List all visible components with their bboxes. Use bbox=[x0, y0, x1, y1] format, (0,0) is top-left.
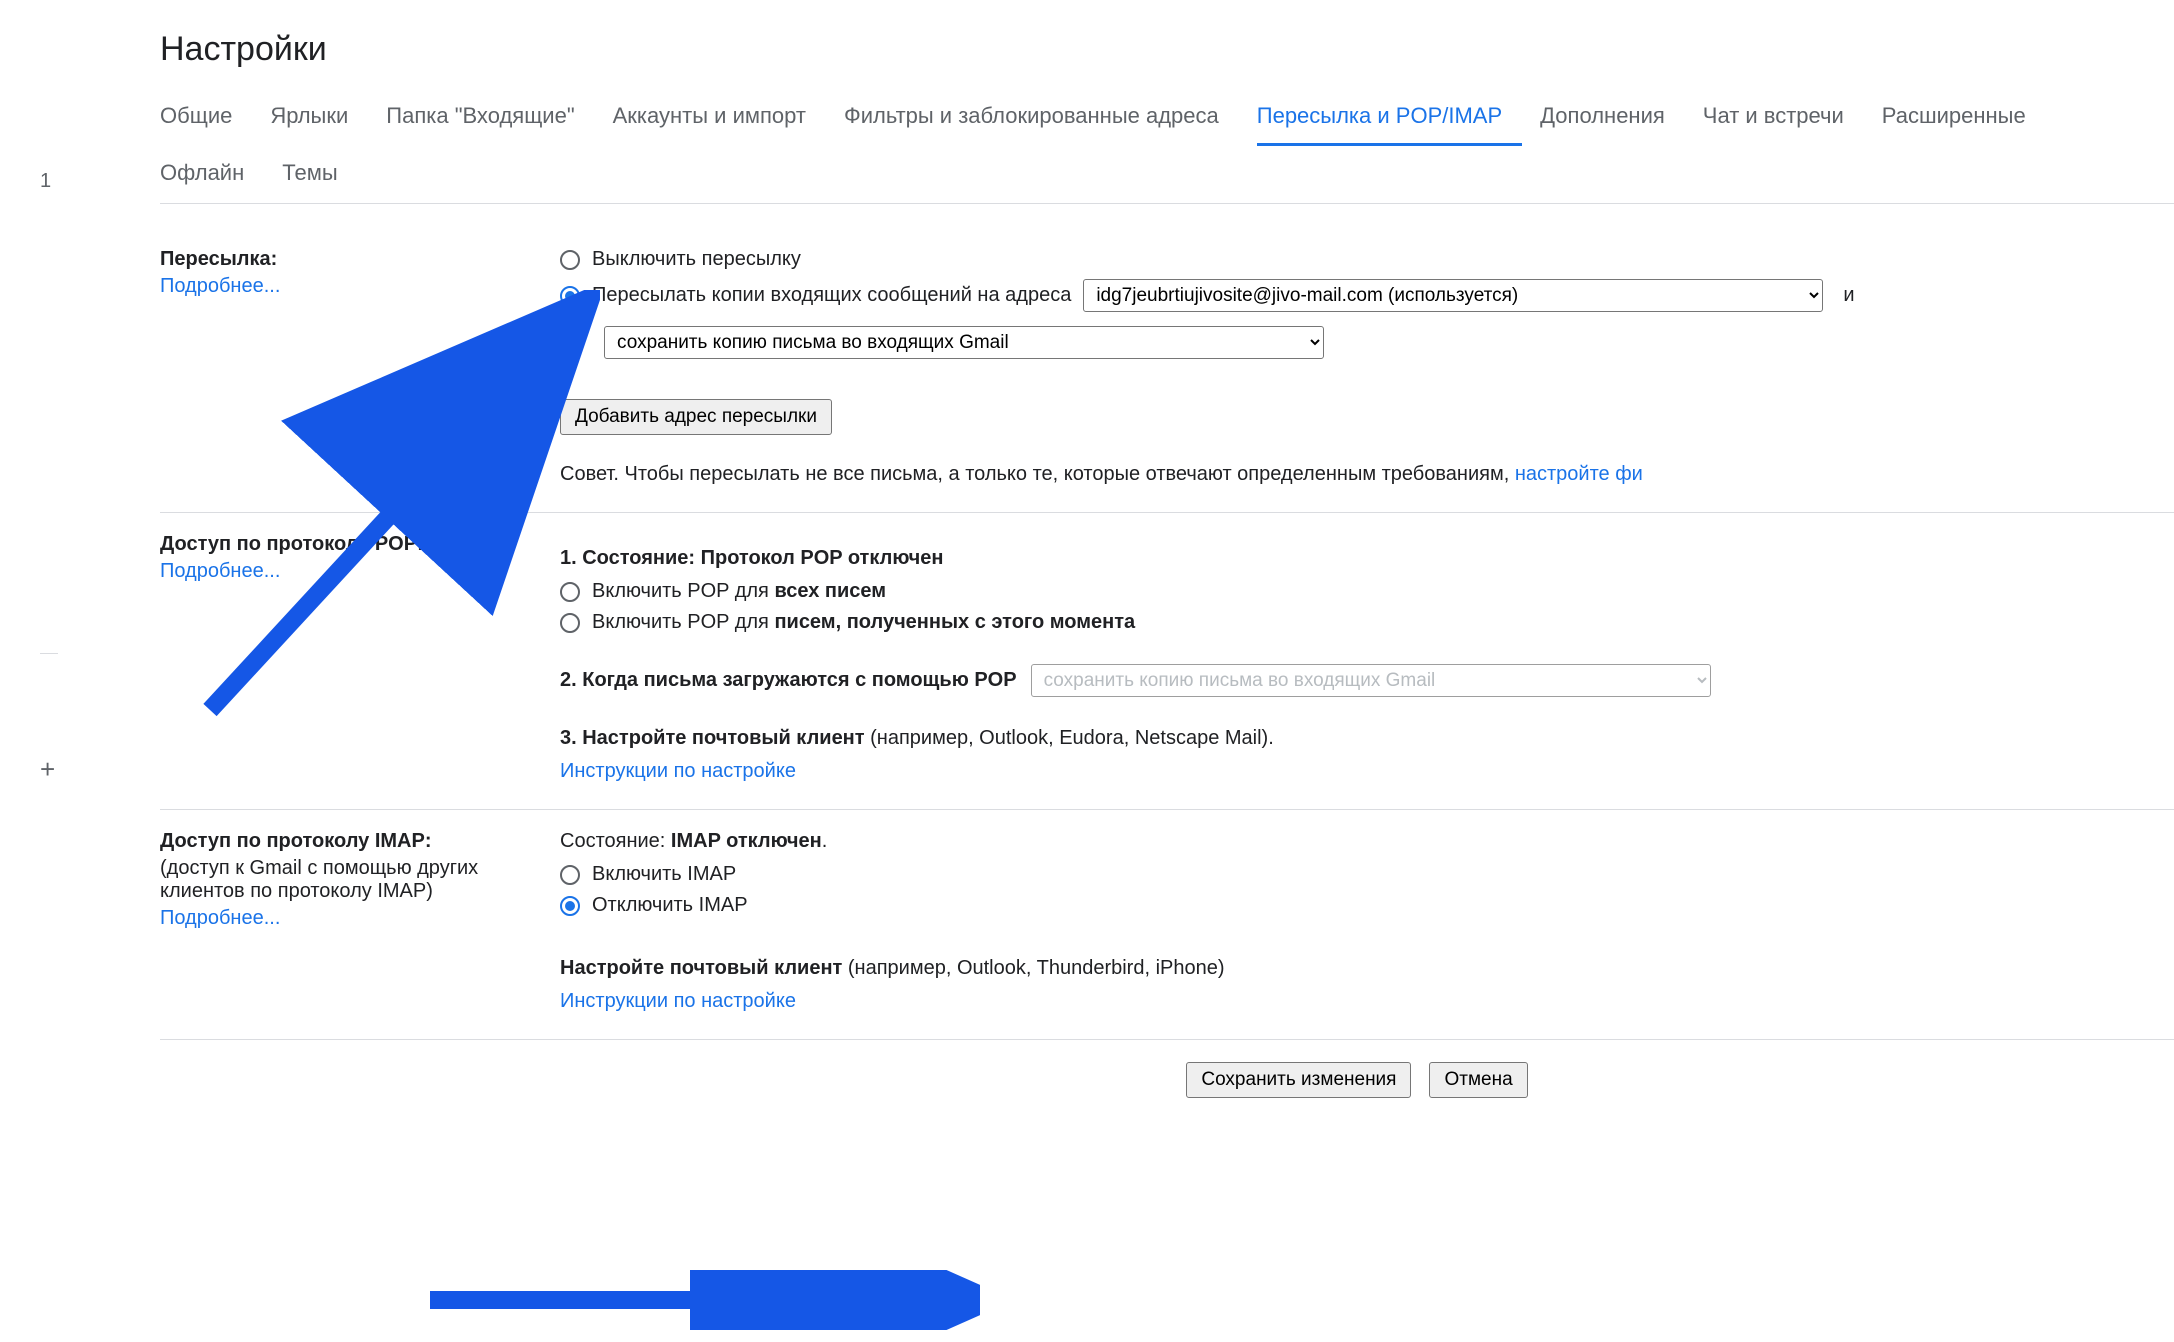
imap-disable-radio[interactable] bbox=[560, 896, 580, 916]
page-title: Настройки bbox=[160, 0, 2174, 89]
left-gutter: 1 + bbox=[40, 170, 70, 785]
forwarding-tip-text: Совет. Чтобы пересылать не все письма, а… bbox=[560, 463, 1515, 485]
forwarding-off-label: Выключить пересылку bbox=[592, 248, 801, 271]
imap-status-value: IMAP отключен bbox=[671, 830, 822, 852]
imap-label: Доступ по протоколу IMAP: bbox=[160, 830, 560, 853]
pop-enable-all-radio[interactable] bbox=[560, 582, 580, 602]
pop-status-value: Протокол POP отключен bbox=[701, 547, 944, 569]
tab-offline[interactable]: Офлайн bbox=[160, 146, 264, 203]
annotation-arrow-icon bbox=[420, 1270, 980, 1330]
gutter-plus-icon[interactable]: + bbox=[40, 754, 70, 785]
pop-enable-all-label: Включить POP для всех писем bbox=[592, 580, 886, 603]
imap-client-rest: (например, Outlook, Thunderbird, iPhone) bbox=[842, 957, 1224, 979]
pop-enable-now-radio[interactable] bbox=[560, 613, 580, 633]
forwarding-learn-more-link[interactable]: Подробнее... bbox=[160, 275, 280, 297]
section-forwarding: Пересылка: Подробнее... Выключить пересы… bbox=[160, 228, 2174, 513]
tab-addons[interactable]: Дополнения bbox=[1540, 89, 1685, 146]
pop-status-prefix: 1. Состояние: bbox=[560, 547, 701, 569]
imap-disable-label: Отключить IMAP bbox=[592, 894, 748, 917]
imap-status-dot: . bbox=[822, 830, 828, 852]
tab-general[interactable]: Общие bbox=[160, 89, 252, 146]
tab-chat[interactable]: Чат и встречи bbox=[1703, 89, 1864, 146]
add-forwarding-address-button[interactable]: Добавить адрес пересылки bbox=[560, 399, 832, 435]
gutter-number: 1 bbox=[40, 170, 70, 193]
tab-advanced[interactable]: Расширенные bbox=[1882, 89, 2046, 146]
pop-instructions-link[interactable]: Инструкции по настройке bbox=[560, 760, 796, 782]
settings-tabs: Общие Ярлыки Папка "Входящие" Аккаунты и… bbox=[160, 89, 2174, 204]
tab-accounts[interactable]: Аккаунты и импорт bbox=[613, 89, 826, 146]
imap-client-bold: Настройте почтовый клиент bbox=[560, 957, 842, 979]
pop-enable-now-label: Включить POP для писем, полученных с это… bbox=[592, 611, 1135, 634]
imap-enable-radio[interactable] bbox=[560, 865, 580, 885]
pop-step3-bold: 3. Настройте почтовый клиент bbox=[560, 727, 865, 749]
section-pop: Доступ по протоколу POP: Подробнее... 1.… bbox=[160, 513, 2174, 810]
forwarding-label: Пересылка: bbox=[160, 248, 560, 271]
cancel-button[interactable]: Отмена bbox=[1429, 1062, 1527, 1098]
save-button[interactable]: Сохранить изменения bbox=[1186, 1062, 1411, 1098]
forwarding-off-radio[interactable] bbox=[560, 250, 580, 270]
pop-keep-select: сохранить копию письма во входящих Gmail bbox=[1031, 664, 1711, 697]
forwarding-address-select[interactable]: idg7jeubrtiujivosite@jivo-mail.com (испо… bbox=[1083, 279, 1823, 312]
pop-label: Доступ по протоколу POP: bbox=[160, 533, 560, 556]
pop-step2-label: 2. Когда письма загружаются с помощью PO… bbox=[560, 669, 1017, 692]
forwarding-on-label: Пересылать копии входящих сообщений на а… bbox=[592, 284, 1071, 307]
section-imap: Доступ по протоколу IMAP: (доступ к Gmai… bbox=[160, 810, 2174, 1040]
forwarding-on-radio[interactable] bbox=[560, 286, 580, 306]
action-bar: Сохранить изменения Отмена bbox=[540, 1040, 2174, 1108]
forwarding-keep-select[interactable]: сохранить копию письма во входящих Gmail bbox=[604, 326, 1324, 359]
pop-learn-more-link[interactable]: Подробнее... bbox=[160, 560, 280, 582]
forwarding-tip-link[interactable]: настройте фи bbox=[1515, 463, 1643, 485]
pop-step3-rest: (например, Outlook, Eudora, Netscape Mai… bbox=[865, 727, 1274, 749]
tab-forwarding-pop-imap[interactable]: Пересылка и POP/IMAP bbox=[1257, 89, 1522, 146]
imap-learn-more-link[interactable]: Подробнее... bbox=[160, 907, 280, 929]
gutter-divider bbox=[40, 653, 58, 654]
imap-sublabel: (доступ к Gmail с помощью других клиенто… bbox=[160, 857, 560, 903]
forwarding-and-word: и bbox=[1843, 284, 1854, 307]
imap-enable-label: Включить IMAP bbox=[592, 863, 736, 886]
tab-filters[interactable]: Фильтры и заблокированные адреса bbox=[844, 89, 1239, 146]
tab-inbox[interactable]: Папка "Входящие" bbox=[386, 89, 594, 146]
imap-status-prefix: Состояние: bbox=[560, 830, 671, 852]
tab-labels[interactable]: Ярлыки bbox=[270, 89, 368, 146]
imap-instructions-link[interactable]: Инструкции по настройке bbox=[560, 990, 796, 1012]
tab-themes[interactable]: Темы bbox=[282, 146, 357, 203]
